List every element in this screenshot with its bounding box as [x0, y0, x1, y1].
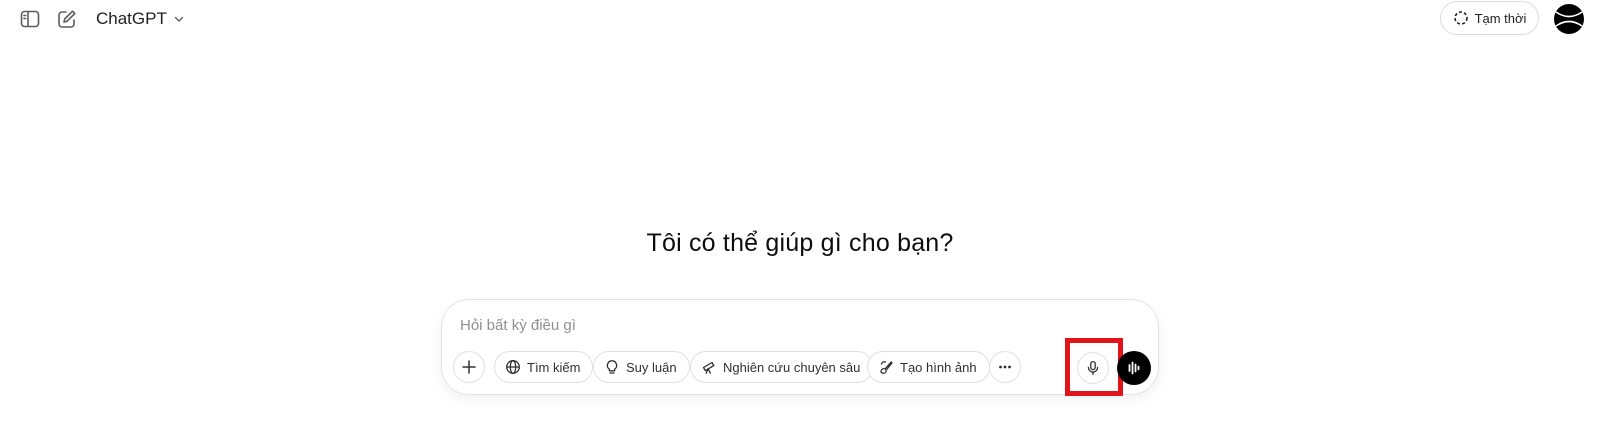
- model-name: ChatGPT: [96, 9, 167, 28]
- telescope-icon: [701, 359, 717, 375]
- reasoning-tool-label: Suy luận: [626, 359, 677, 375]
- new-chat-icon: [56, 8, 78, 30]
- voice-waveform-icon: [1126, 360, 1142, 376]
- voice-mode-button[interactable]: [1117, 351, 1151, 385]
- globe-icon: [505, 359, 521, 375]
- chevron-down-icon: [173, 13, 185, 25]
- search-tool-label: Tìm kiếm: [527, 359, 581, 375]
- temporary-chat-button[interactable]: Tạm thời: [1440, 1, 1539, 35]
- search-tool-button[interactable]: Tìm kiếm: [494, 351, 594, 383]
- attach-button[interactable]: [453, 351, 485, 383]
- page-title: Tôi có thể giúp gì cho bạn?: [646, 229, 954, 257]
- model-selector[interactable]: ChatGPT: [88, 5, 193, 33]
- sidebar-toggle-icon: [19, 8, 41, 30]
- image-brush-icon: [878, 359, 894, 375]
- new-chat-button[interactable]: [52, 4, 82, 34]
- top-bar: ChatGPT Tạm thời: [0, 0, 1600, 38]
- create-image-tool-button[interactable]: Tạo hình ảnh: [867, 351, 990, 383]
- temporary-chat-label: Tạm thời: [1474, 10, 1527, 26]
- ellipsis-icon: [997, 359, 1013, 375]
- avatar[interactable]: [1554, 4, 1584, 34]
- reasoning-tool-button[interactable]: Suy luận: [593, 351, 690, 383]
- highlight-box: [1065, 338, 1123, 396]
- create-image-tool-label: Tạo hình ảnh: [900, 359, 977, 375]
- deep-research-tool-button[interactable]: Nghiên cứu chuyên sâu: [690, 351, 874, 383]
- deep-research-tool-label: Nghiên cứu chuyên sâu: [723, 359, 861, 375]
- more-tools-button[interactable]: [989, 351, 1021, 383]
- lightbulb-icon: [604, 359, 620, 375]
- prompt-input[interactable]: [460, 312, 1100, 338]
- sidebar-toggle-button[interactable]: [15, 4, 45, 34]
- plus-icon: [461, 359, 477, 375]
- dashed-circle-icon: [1453, 10, 1469, 26]
